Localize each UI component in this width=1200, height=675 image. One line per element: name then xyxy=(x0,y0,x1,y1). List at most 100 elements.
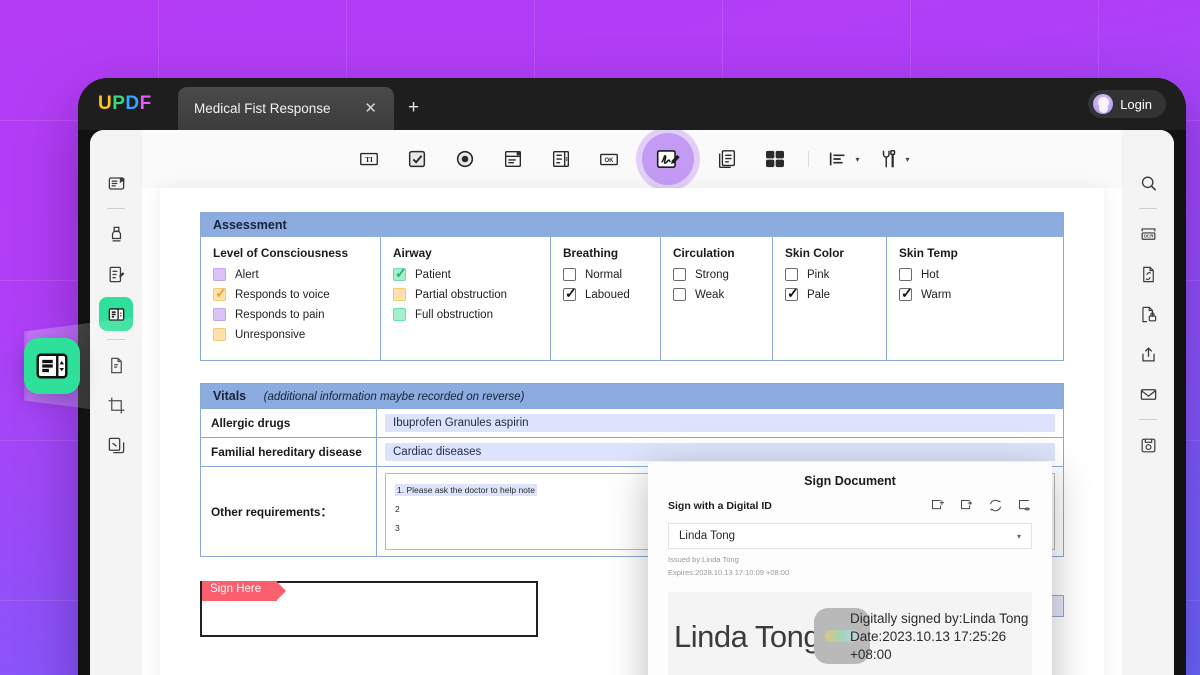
refresh-id-icon[interactable] xyxy=(988,498,1003,513)
share-icon[interactable] xyxy=(1133,339,1163,369)
ocr-icon[interactable]: OCR xyxy=(1133,219,1163,249)
signature-field[interactable]: Sign Here xyxy=(200,581,538,637)
radio-button-tool[interactable] xyxy=(450,144,480,174)
checkbox[interactable]: ✓ xyxy=(899,288,912,301)
assessment-header: Assessment xyxy=(201,213,1063,237)
dialog-subtitle: Sign with a Digital ID xyxy=(668,500,930,512)
checkbox[interactable] xyxy=(785,268,798,281)
checkbox-row[interactable]: Weak xyxy=(673,288,762,301)
checkbox-row[interactable]: ✓Laboued xyxy=(563,288,650,301)
digital-signature-tool[interactable] xyxy=(642,133,694,185)
checkbox[interactable] xyxy=(899,268,912,281)
assessment-column-skin-color: Skin Color Pink ✓Pale xyxy=(773,237,887,360)
form-fields-icon-callout xyxy=(24,338,80,394)
list-box-tool[interactable] xyxy=(498,144,528,174)
import-id-icon[interactable] xyxy=(959,498,974,513)
checkbox[interactable] xyxy=(213,328,226,341)
checkbox[interactable] xyxy=(563,268,576,281)
create-id-icon[interactable] xyxy=(930,498,945,513)
check-glyph: ✓ xyxy=(215,286,227,300)
checkbox-label: Alert xyxy=(235,269,259,281)
combo-box-tool[interactable] xyxy=(546,144,576,174)
separator xyxy=(1139,208,1157,209)
checkbox-row[interactable]: Unresponsive xyxy=(213,328,370,341)
checkbox-label: Patient xyxy=(415,269,451,281)
close-icon[interactable]: ✕ xyxy=(359,99,382,118)
checkbox-row[interactable]: ✓Warm xyxy=(899,288,992,301)
checkbox-row[interactable]: Normal xyxy=(563,268,650,281)
marker-icon[interactable] xyxy=(101,219,131,249)
align-tool[interactable]: ▾ xyxy=(827,144,859,174)
avatar xyxy=(1093,94,1113,114)
checkbox-row[interactable]: ✓ Patient xyxy=(393,268,540,281)
right-sidebar: OCR xyxy=(1122,130,1174,675)
digital-id-select[interactable]: Linda Tong ▾ xyxy=(668,523,1032,549)
dialog-title: Sign Document xyxy=(648,462,1052,498)
checkbox-row[interactable]: ✓Responds to voice xyxy=(213,288,370,301)
checkbox-row[interactable]: Strong xyxy=(673,268,762,281)
checkbox-row[interactable]: Full obstruction xyxy=(393,308,540,321)
checkbox-row[interactable]: Alert xyxy=(213,268,370,281)
checkbox-row[interactable]: Hot xyxy=(899,268,992,281)
app-window: UPDF Medical Fist Response ✕ + Login xyxy=(78,78,1186,675)
annotate-icon[interactable] xyxy=(101,259,131,289)
row-label: Allergic drugs xyxy=(201,409,377,437)
column-title: Airway xyxy=(393,246,540,260)
form-layout-tool[interactable] xyxy=(760,144,790,174)
divider xyxy=(808,151,809,167)
push-button-tool[interactable]: OK xyxy=(594,144,624,174)
check-glyph: ✓ xyxy=(787,286,799,300)
dialog-subtitle-row: Sign with a Digital ID xyxy=(648,498,1052,513)
checkbox-row[interactable]: Pink xyxy=(785,268,876,281)
checkbox-label: Partial obstruction xyxy=(415,289,507,301)
login-button[interactable]: Login xyxy=(1088,90,1166,118)
svg-text:OCR: OCR xyxy=(1143,233,1154,238)
check-glyph: ✓ xyxy=(395,266,407,280)
updf-logo: UPDF xyxy=(98,93,152,115)
form-fields-icon xyxy=(34,348,70,384)
checkbox-row[interactable]: Partial obstruction xyxy=(393,288,540,301)
separator xyxy=(107,208,125,209)
multiline-text-tool[interactable] xyxy=(712,144,742,174)
checkbox[interactable] xyxy=(213,308,226,321)
checkbox[interactable]: ✓ xyxy=(213,288,226,301)
checkbox[interactable]: ✓ xyxy=(785,288,798,301)
document-tab[interactable]: Medical Fist Response ✕ xyxy=(178,87,394,130)
checkbox[interactable] xyxy=(393,288,406,301)
sign-here-badge: Sign Here xyxy=(202,581,277,601)
cloud-save-icon[interactable] xyxy=(1133,430,1163,460)
note-text: Please ask the doctor to help note xyxy=(406,485,535,495)
checkbox[interactable] xyxy=(673,288,686,301)
signature-preview: Linda Tong Digitally signed by:Linda Ton… xyxy=(668,592,1032,675)
new-tab-icon[interactable]: + xyxy=(408,98,419,117)
preview-signature-name: Linda Tong xyxy=(674,619,820,655)
check-glyph: ✓ xyxy=(901,286,913,300)
check-glyph: ✓ xyxy=(565,286,577,300)
convert-icon[interactable] xyxy=(1133,259,1163,289)
hereditary-disease-field[interactable]: Cardiac diseases xyxy=(385,443,1055,461)
checkbox[interactable] xyxy=(673,268,686,281)
checkbox-row[interactable]: Responds to pain xyxy=(213,308,370,321)
text-field-tool[interactable]: TI xyxy=(354,144,384,174)
mail-icon[interactable] xyxy=(1133,379,1163,409)
form-settings-tool[interactable]: ▾ xyxy=(878,144,910,174)
checkbox[interactable] xyxy=(393,308,406,321)
checkbox-tool[interactable] xyxy=(402,144,432,174)
allergic-drugs-field[interactable]: Ibuprofen Granules aspirin xyxy=(385,414,1055,432)
organize-pages-icon[interactable] xyxy=(101,430,131,460)
checkbox[interactable]: ✓ xyxy=(393,268,406,281)
lock-icon[interactable] xyxy=(1133,299,1163,329)
preview-signature-details: Digitally signed by:Linda Tong Date:2023… xyxy=(850,610,1032,665)
note-number: 2 xyxy=(395,504,400,514)
checkbox[interactable]: ✓ xyxy=(563,288,576,301)
view-id-icon[interactable] xyxy=(1017,498,1032,513)
thumbnail-panel-icon[interactable] xyxy=(101,168,131,198)
login-label: Login xyxy=(1120,97,1152,112)
digital-id-actions xyxy=(930,498,1032,513)
chevron-down-icon: ▾ xyxy=(906,155,910,164)
form-toolbar: TI OK xyxy=(142,130,1122,188)
checkbox-row[interactable]: ✓Pale xyxy=(785,288,876,301)
assessment-column-consciousness: Level of Consciousness Alert ✓Responds t… xyxy=(201,237,381,360)
search-icon[interactable] xyxy=(1133,168,1163,198)
checkbox[interactable] xyxy=(213,268,226,281)
